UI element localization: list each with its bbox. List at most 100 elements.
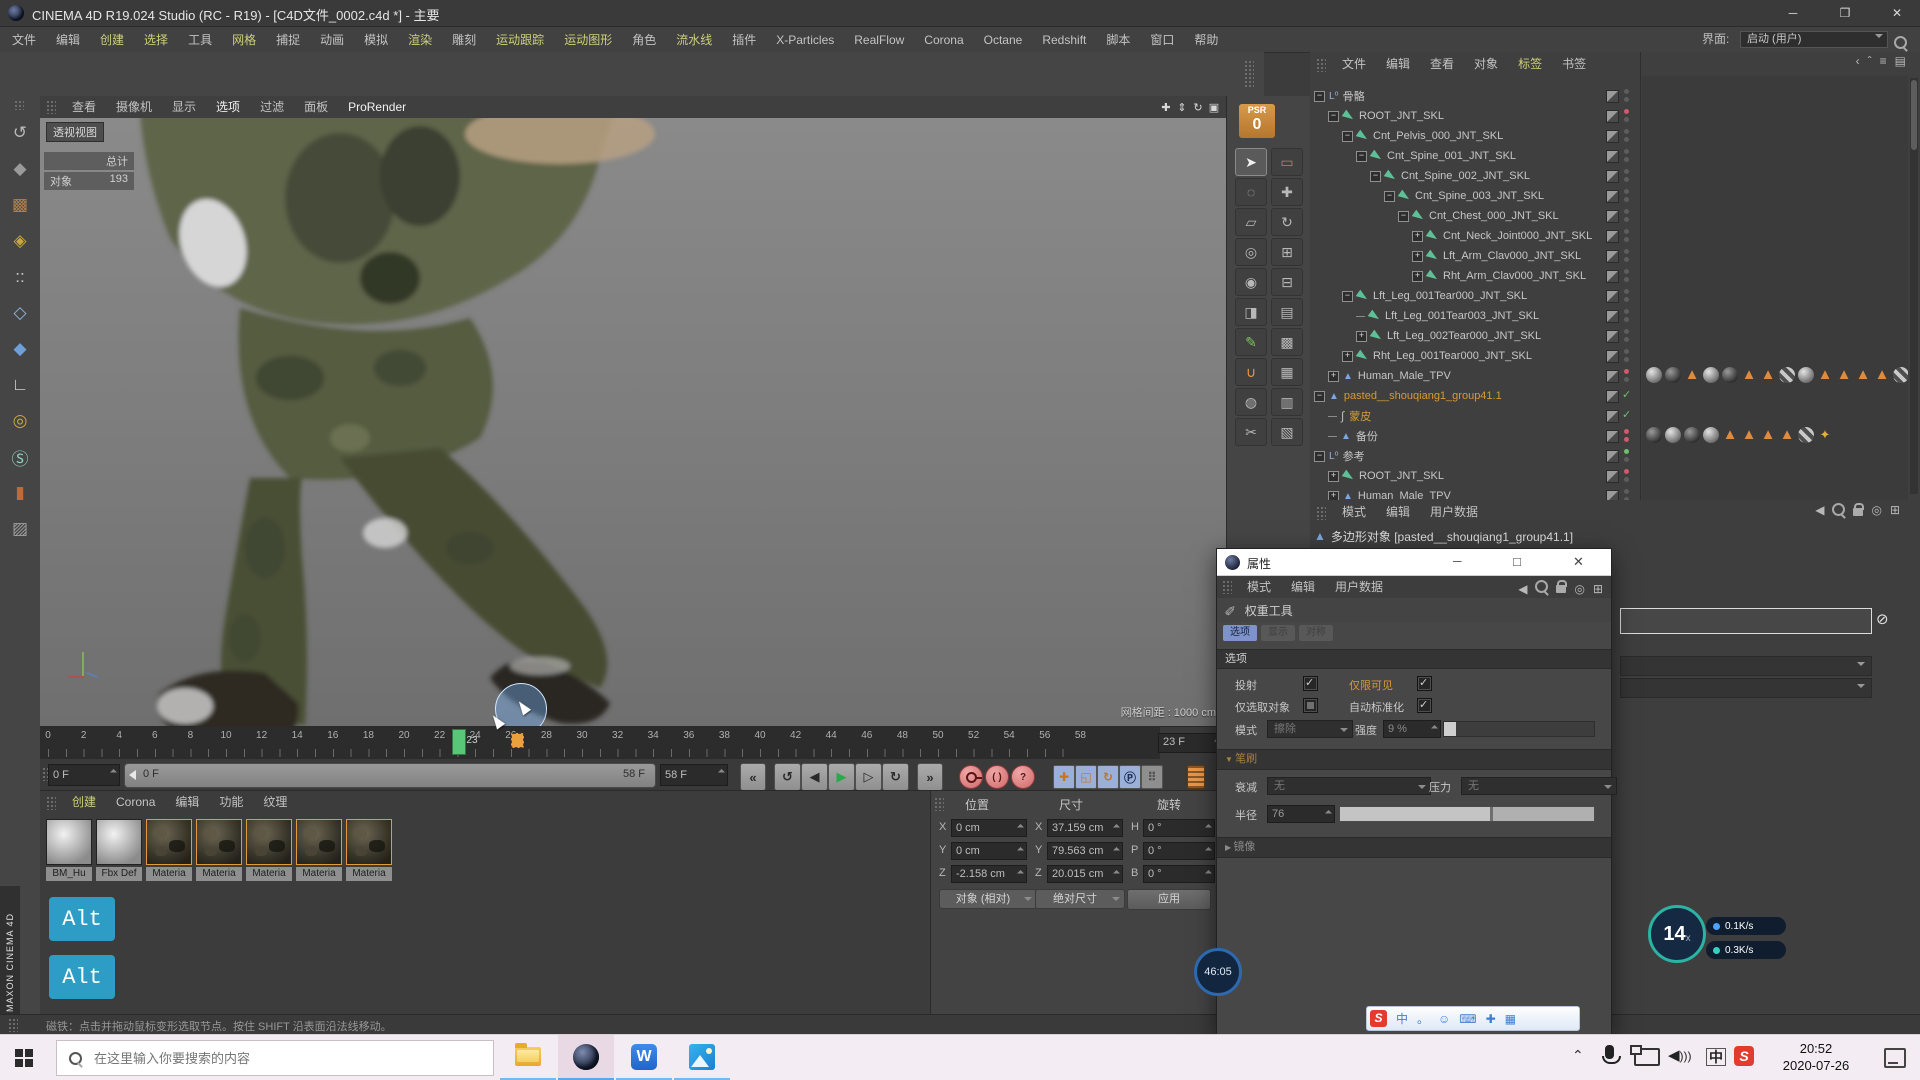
tree-row[interactable]: +▲Human_Male_TPV	[1314, 486, 1451, 500]
layer-square[interactable]	[1606, 90, 1619, 103]
tree-expander[interactable]: +	[1356, 331, 1367, 342]
brush-select-icon[interactable]: ◉	[1235, 268, 1267, 296]
sogou-tool-icon[interactable]: ☺	[1438, 1012, 1450, 1026]
visibility-dot-top[interactable]	[1624, 429, 1629, 434]
layer-browser-icon[interactable]: ▤	[1895, 54, 1906, 68]
apply-button[interactable]: 应用	[1127, 889, 1211, 910]
visibility-dot-bottom[interactable]	[1624, 317, 1629, 322]
keyframe-marker[interactable]	[511, 733, 524, 748]
taskbar-app-explorer[interactable]	[500, 1035, 556, 1080]
tag-star-icon[interactable]: ✦	[1817, 427, 1833, 443]
texture-mode-icon[interactable]: ▩	[3, 188, 37, 222]
selection-tag-icon[interactable]: ▲	[1874, 367, 1890, 383]
attribute-collapsed-row[interactable]	[1620, 678, 1872, 698]
search-icon[interactable]	[1832, 503, 1845, 519]
snap-icon[interactable]: Ⓢ	[3, 440, 37, 474]
play-button[interactable]: ▶	[828, 763, 855, 791]
tree-item-label[interactable]: Rht_Leg_001Tear000_JNT_SKL	[1373, 350, 1532, 362]
layer-square[interactable]	[1606, 370, 1619, 383]
menu-item-捕捉[interactable]: 捕捉	[266, 28, 310, 53]
grid-snap-icon[interactable]: ⊞	[1271, 238, 1303, 266]
material-tag-icon[interactable]	[1722, 367, 1738, 383]
visibility-dot-bottom[interactable]	[1624, 97, 1629, 102]
visibility-dot-top[interactable]	[1624, 489, 1629, 494]
texture-tag-icon[interactable]	[1779, 367, 1795, 383]
tree-expander[interactable]: −	[1314, 91, 1325, 102]
visibility-dot-top[interactable]	[1624, 309, 1629, 314]
auto-normalize-checkbox[interactable]	[1417, 698, 1432, 713]
tree-expander[interactable]: −	[1314, 451, 1325, 462]
material-name[interactable]: Materia	[146, 867, 192, 881]
visibility-dot-top[interactable]	[1624, 449, 1629, 454]
size-field[interactable]: 37.159 cm	[1047, 819, 1123, 837]
menu-item-Redshift[interactable]: Redshift	[1032, 28, 1096, 53]
tree-row[interactable]: −Cnt_Spine_002_JNT_SKL	[1314, 166, 1530, 186]
layer-square[interactable]	[1606, 410, 1619, 423]
panel-menu-icon[interactable]: ≡	[1880, 54, 1887, 68]
menu-item-面板[interactable]: 面板	[294, 96, 338, 118]
visibility-dot-top[interactable]	[1624, 109, 1629, 114]
tab-对称[interactable]: 对称	[1299, 625, 1333, 641]
tree-row[interactable]: ∫蒙皮	[1314, 406, 1371, 426]
target-icon[interactable]: ◎	[1871, 503, 1881, 517]
layer-square[interactable]	[1606, 170, 1619, 183]
falloff-dropdown[interactable]: 无	[1267, 777, 1431, 795]
menu-item-运动图形[interactable]: 运动图形	[554, 28, 622, 53]
tree-item-label[interactable]: Human_Male_TPV	[1358, 370, 1451, 382]
visibility-dot-bottom[interactable]	[1624, 277, 1629, 282]
strength-field[interactable]: 9 %	[1383, 720, 1441, 738]
enabled-check-icon[interactable]: ✓	[1622, 408, 1631, 421]
material-name[interactable]: Materia	[296, 867, 342, 881]
tree-row[interactable]: −Cnt_Spine_003_JNT_SKL	[1314, 186, 1544, 206]
scale-record-toggle[interactable]: ◱	[1075, 765, 1097, 789]
tree-row[interactable]: −ROOT_JNT_SKL	[1314, 106, 1444, 126]
menu-item-ProRender[interactable]: ProRender	[338, 96, 416, 118]
tree-expander[interactable]: +	[1328, 371, 1339, 382]
material-tag-icon[interactable]	[1703, 367, 1719, 383]
selection-tag-icon[interactable]: ▲	[1741, 367, 1757, 383]
model-mode-icon[interactable]: ◆	[3, 152, 37, 186]
tree-row[interactable]: +Rht_Arm_Clav000_JNT_SKL	[1314, 266, 1586, 286]
material-tag-icon[interactable]	[1665, 427, 1681, 443]
menu-item-窗口[interactable]: 窗口	[1140, 28, 1184, 53]
collapsed-section-bar[interactable]: ▶ 镜像	[1217, 837, 1611, 858]
menu-item-模拟[interactable]: 模拟	[354, 28, 398, 53]
taskbar-app-wps[interactable]: W	[616, 1035, 672, 1080]
material-tag-icon[interactable]	[1646, 427, 1662, 443]
material-swatch[interactable]	[246, 819, 292, 865]
rotation-field[interactable]: 0 °	[1143, 819, 1215, 837]
coordinates-grip[interactable]	[934, 797, 944, 811]
play-backward-button[interactable]: ↺	[774, 763, 801, 791]
selection-tag-icon[interactable]: ▲	[1779, 427, 1795, 443]
material-tag-icon[interactable]	[1798, 367, 1814, 383]
search-icon[interactable]	[1535, 578, 1548, 600]
menu-item-创建[interactable]: 创建	[62, 791, 106, 813]
material-tag-icon[interactable]	[1665, 367, 1681, 383]
search-input[interactable]	[92, 1050, 456, 1067]
uv-tile-icon[interactable]: ▨	[3, 512, 37, 546]
tree-item-label[interactable]: 蒙皮	[1349, 408, 1371, 424]
tree-item-label[interactable]: ROOT_JNT_SKL	[1359, 110, 1444, 122]
size-mode-dropdown[interactable]: 绝对尺寸	[1035, 889, 1125, 909]
pencil-tool-icon[interactable]: ✎	[1235, 328, 1267, 356]
tray-ime-indicator[interactable]: 中	[1706, 1048, 1726, 1066]
goto-end-button[interactable]: »	[917, 763, 943, 791]
visibility-dot-bottom[interactable]	[1624, 457, 1629, 462]
tree-item-label[interactable]: Rht_Arm_Clav000_JNT_SKL	[1443, 270, 1586, 282]
menu-item-工具[interactable]: 工具	[178, 28, 222, 53]
checker-sphere-icon[interactable]: ▩	[1271, 328, 1303, 356]
menu-item-编辑[interactable]: 编辑	[1376, 52, 1420, 76]
tree-item-label[interactable]: Human_Male_TPV	[1358, 490, 1451, 500]
next-frame-button[interactable]: ▷	[855, 763, 882, 791]
menu-item-流水线[interactable]: 流水线	[666, 28, 722, 53]
menu-item-编辑[interactable]: 编辑	[46, 28, 90, 53]
tree-expander[interactable]: +	[1342, 351, 1353, 362]
collapse-panel-icon[interactable]: ‹	[1856, 54, 1860, 68]
material-swatch[interactable]	[146, 819, 192, 865]
menu-item-编辑[interactable]: 编辑	[1281, 576, 1325, 598]
tree-row[interactable]: + Rht_Leg_001Tear000_JNT_SKL	[1314, 346, 1532, 366]
material-name[interactable]: Fbx Def	[96, 867, 142, 881]
visibility-dot-bottom[interactable]	[1624, 157, 1629, 162]
tree-expander[interactable]: +	[1328, 491, 1339, 501]
range-start-field[interactable]: 0 F	[48, 764, 120, 786]
